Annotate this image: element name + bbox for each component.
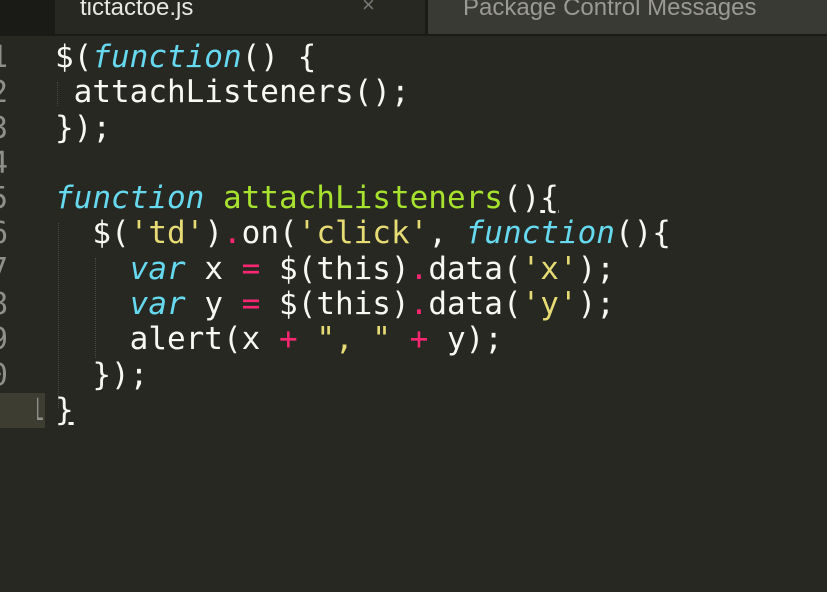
code-token: =	[241, 250, 261, 287]
code-token: });	[55, 109, 111, 146]
code-token: ,	[428, 215, 466, 252]
line-number-gutter: 12345678910 11	[0, 40, 45, 429]
code-token: y);	[428, 321, 503, 358]
code-token: );	[577, 286, 615, 323]
line-number: 4	[0, 146, 8, 181]
line-number: 7	[0, 252, 8, 287]
code-token: alert(x	[55, 321, 279, 358]
line-number-text: 7	[0, 252, 8, 287]
code-line[interactable]: attachListeners();	[55, 75, 671, 110]
line-number-text: 3	[0, 111, 8, 146]
code-token: function	[55, 180, 205, 217]
code-line[interactable]: });	[55, 109, 671, 146]
code-line[interactable]: $('td').on('click', function(){	[55, 216, 671, 251]
code-token: data(	[428, 250, 522, 287]
line-number: 11	[0, 392, 45, 429]
line-number: 1	[0, 40, 8, 75]
code-token: ", "	[316, 321, 391, 358]
code-token: )	[204, 215, 223, 252]
code-token: .	[222, 215, 242, 252]
code-token: 'td'	[129, 215, 205, 252]
line-number: 5	[0, 181, 8, 216]
line-number-text: 1	[0, 40, 8, 75]
code-line[interactable]: var x = $(this).data('x');	[55, 250, 671, 287]
code-token: 'click'	[297, 215, 429, 252]
code-token: =	[241, 286, 261, 323]
line-number-text: 6	[0, 216, 8, 251]
line-number: 8	[0, 287, 8, 322]
line-number-text: 8	[0, 287, 8, 322]
code-token: attachListeners	[222, 180, 503, 217]
code-line[interactable]: var y = $(this).data('y');	[55, 286, 671, 323]
close-icon[interactable]: ×	[362, 0, 375, 18]
code-token: var	[129, 250, 186, 287]
line-number: 10	[0, 358, 8, 393]
code-token: $(this)	[260, 250, 410, 287]
line-number-text: 10	[0, 358, 8, 393]
code-line[interactable]: alert(x + ", " + y);	[55, 322, 671, 357]
code-token: y	[185, 286, 242, 323]
tab-label: Package Control Messages	[463, 0, 757, 21]
code-token: }	[55, 391, 74, 428]
tab-bar: tictactoe.js × Package Control Messages …	[0, 0, 827, 36]
line-number-text: 5	[0, 181, 8, 216]
code-token: attachListeners();	[55, 74, 410, 111]
code-token: function	[465, 215, 615, 252]
code-token: $(	[55, 215, 130, 252]
code-token: on(	[241, 215, 298, 252]
code-token: .	[409, 286, 429, 323]
code-token: ()	[502, 180, 541, 217]
code-token: 'y'	[521, 286, 578, 323]
code-token: });	[55, 356, 149, 393]
line-number: 3	[0, 111, 8, 146]
code-token: var	[129, 286, 186, 323]
code-line[interactable]: }	[55, 391, 671, 428]
line-number-text: 9	[0, 322, 8, 357]
line-number-text: 4	[0, 146, 8, 181]
code-token: {	[540, 180, 559, 217]
code-token: x	[185, 250, 242, 287]
tab-package-control-messages[interactable]: Package Control Messages ×	[428, 0, 827, 34]
tab-label: tictactoe.js	[80, 0, 194, 21]
line-number-text: 2	[0, 75, 8, 110]
code-token: $(this)	[260, 286, 410, 323]
code-token: $(	[55, 39, 93, 75]
code-token: );	[577, 250, 615, 287]
code-token: .	[409, 250, 429, 287]
code-token: function	[92, 39, 242, 75]
code-token: data(	[428, 286, 522, 323]
code-token: () {	[241, 39, 317, 75]
tab-tictactoe-js[interactable]: tictactoe.js ×	[55, 0, 425, 34]
code-token: (){	[614, 215, 671, 252]
code-token: +	[278, 321, 298, 358]
line-number: 2	[0, 75, 8, 110]
code-editor[interactable]: $(function() { attachListeners();}); func…	[55, 39, 671, 428]
code-token: 'x'	[521, 250, 578, 287]
line-number: 6	[0, 216, 8, 251]
code-line[interactable]	[55, 146, 671, 181]
code-line[interactable]: });	[55, 356, 671, 393]
code-line[interactable]: function attachListeners(){	[55, 181, 671, 216]
line-number: 9	[0, 322, 8, 357]
code-token: +	[409, 321, 429, 358]
code-line[interactable]: $(function() {	[55, 39, 671, 75]
line-number-text: 11	[37, 393, 45, 428]
